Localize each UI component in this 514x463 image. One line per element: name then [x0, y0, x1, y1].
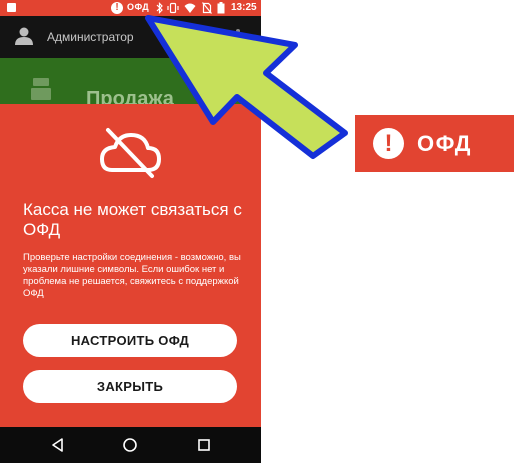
cash-register-icon [31, 78, 51, 100]
battery-icon [217, 2, 225, 14]
clock: 13:25 [231, 2, 257, 13]
recents-icon[interactable] [196, 437, 212, 453]
background-screen: Продажа [0, 58, 261, 110]
cloud-off-icon [100, 128, 161, 178]
wifi-icon [184, 3, 196, 13]
app-bar: Администратор [0, 16, 261, 58]
status-bar: ! ОФД 13:25 [0, 0, 261, 16]
error-dialog: Касса не может связаться с ОФД Проверьте… [0, 104, 261, 430]
notification-square-icon [7, 3, 16, 12]
warning-circle-icon: ! [111, 2, 123, 14]
vibrate-icon [167, 2, 179, 14]
dialog-title: Касса не может связаться с ОФД [23, 200, 242, 239]
configure-ofd-button[interactable]: НАСТРОИТЬ ОФД [23, 324, 237, 357]
dialog-description: Проверьте настройки соединения - возможн… [23, 252, 241, 299]
more-icon[interactable] [231, 28, 245, 46]
user-name: Администратор [47, 30, 134, 44]
home-icon[interactable] [122, 437, 138, 453]
back-icon[interactable] [50, 437, 66, 453]
ofd-status-label: ОФД [127, 2, 150, 12]
user-icon[interactable] [14, 26, 34, 46]
no-sim-icon [202, 2, 212, 14]
phone-screen: ! ОФД 13:25 Администратор Продажа Касса … [0, 0, 261, 463]
warning-circle-icon: ! [373, 128, 404, 159]
bluetooth-icon [156, 2, 163, 14]
navigation-bar [0, 427, 261, 463]
close-button[interactable]: ЗАКРЫТЬ [23, 370, 237, 403]
ofd-callout-label: ОФД [417, 131, 472, 156]
ofd-callout: ! ОФД [355, 115, 514, 172]
